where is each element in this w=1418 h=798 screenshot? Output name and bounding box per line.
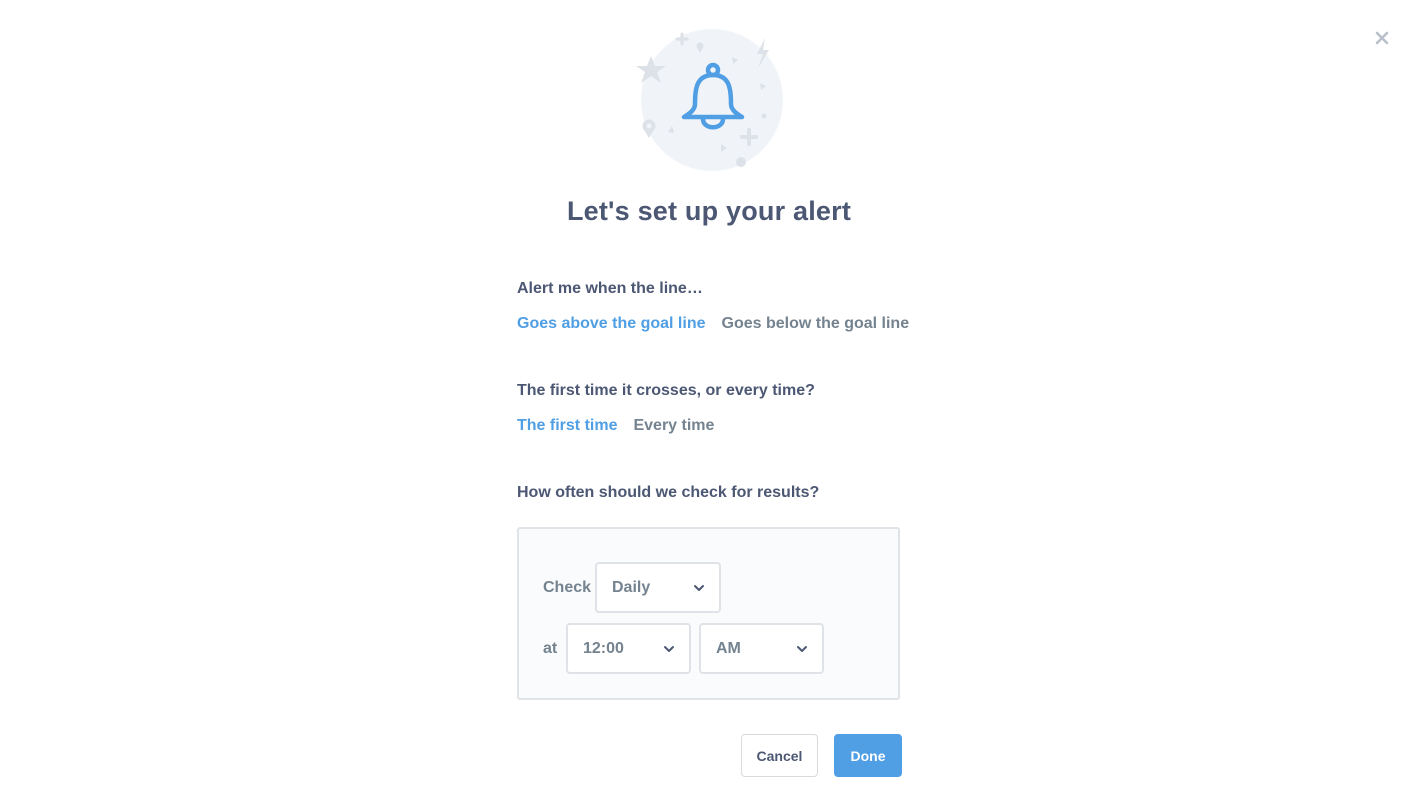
check-frequency-value: Daily xyxy=(612,578,651,596)
alert-setup-modal: Let's set up your alert Alert me when th… xyxy=(0,0,1418,798)
close-icon[interactable] xyxy=(1372,28,1392,48)
chevron-down-icon xyxy=(797,646,807,652)
option-goes-below[interactable]: Goes below the goal line xyxy=(722,315,910,333)
time-select[interactable]: 12:00 xyxy=(566,623,691,674)
frequency-options: The first time Every time xyxy=(517,417,714,435)
option-goes-above[interactable]: Goes above the goal line xyxy=(517,315,706,333)
frequency-label: The first time it crosses, or every time… xyxy=(517,382,815,399)
cancel-button[interactable]: Cancel xyxy=(741,734,818,777)
schedule-label: How often should we check for results? xyxy=(517,484,820,501)
alert-illustration xyxy=(634,26,788,176)
option-every-time[interactable]: Every time xyxy=(633,417,714,435)
option-first-time[interactable]: The first time xyxy=(517,417,617,435)
ampm-select[interactable]: AM xyxy=(699,623,824,674)
ampm-value: AM xyxy=(716,639,741,657)
direction-label: Alert me when the line… xyxy=(517,280,703,297)
time-value: 12:00 xyxy=(583,639,624,657)
schedule-box: Check Daily at 12:00 AM xyxy=(517,527,900,700)
direction-options: Goes above the goal line Goes below the … xyxy=(517,315,909,333)
chevron-down-icon xyxy=(694,585,704,591)
check-label: Check xyxy=(543,579,592,596)
check-frequency-select[interactable]: Daily xyxy=(595,562,721,613)
done-button[interactable]: Done xyxy=(834,734,902,777)
dialog-title: Let's set up your alert xyxy=(566,196,852,226)
at-label: at xyxy=(543,640,558,657)
chevron-down-icon xyxy=(664,646,674,652)
